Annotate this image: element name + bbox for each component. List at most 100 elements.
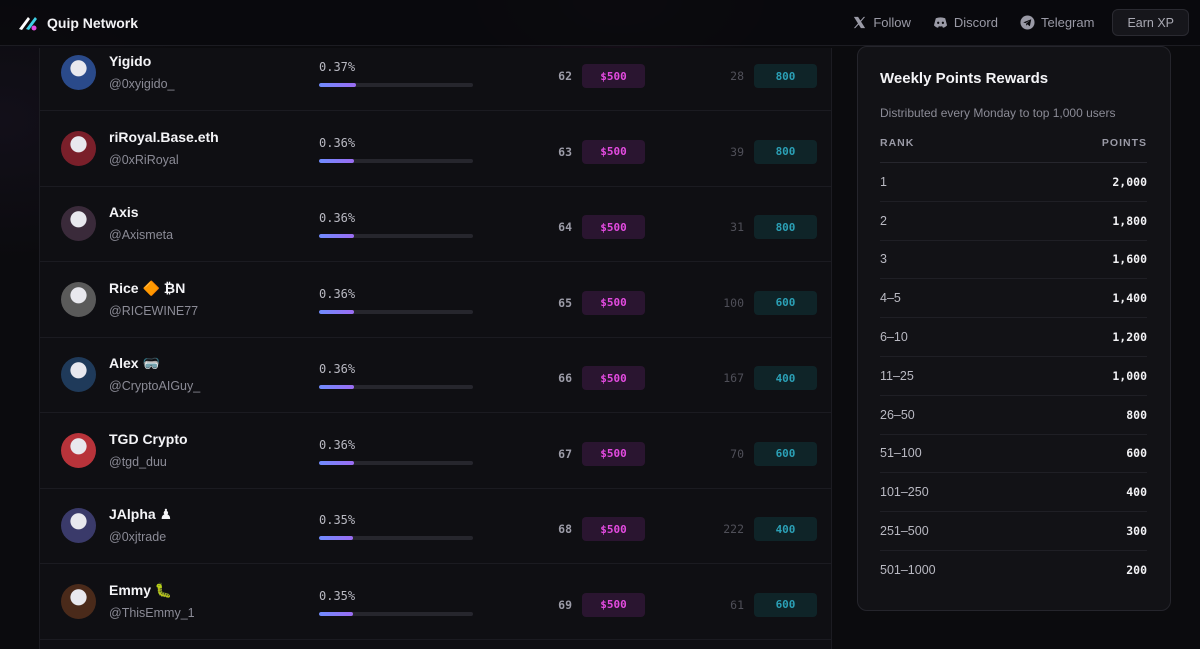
leaderboard-row[interactable]: Axis @Axismeta 0.36% 64 $500 31 800 — [40, 187, 831, 262]
share-progress-bar — [319, 536, 473, 540]
count-value: 39 — [730, 144, 744, 159]
rewards-header-points: POINTS — [1101, 137, 1147, 149]
rewards-row: 51–100 600 — [880, 435, 1147, 474]
count-value: 28 — [730, 69, 744, 83]
user-handle[interactable]: @tgd_duu — [109, 455, 167, 469]
points-badge: 600 — [754, 441, 817, 466]
rewards-points: 1,200 — [1112, 330, 1147, 345]
avatar[interactable] — [61, 583, 96, 619]
share-percent: 0.35% — [319, 513, 356, 527]
rewards-rank: 101–250 — [880, 485, 929, 500]
rank-number: 69 — [558, 597, 572, 612]
user-name[interactable]: Yigido — [109, 53, 151, 69]
user-handle[interactable]: @CryptoAIGuy_ — [109, 379, 200, 393]
nav-link-label: Discord — [953, 15, 998, 30]
share-percent: 0.36% — [319, 362, 356, 376]
rewards-row: 251–500 300 — [880, 512, 1147, 551]
share-progress-fill — [319, 309, 355, 314]
rank-number: 67 — [558, 446, 572, 461]
earn-xp-button[interactable]: Earn XP — [1112, 9, 1189, 36]
points-badge: 400 — [754, 517, 817, 541]
discord-icon — [933, 17, 947, 28]
nav-link-discord[interactable]: Discord — [933, 15, 998, 30]
weekly-rewards-card: Weekly Points Rewards Distributed every … — [857, 46, 1171, 611]
points-badge: 400 — [754, 366, 817, 390]
avatar[interactable] — [61, 55, 96, 90]
rewards-rank: 26–50 — [880, 407, 915, 422]
rewards-subtitle: Distributed every Monday to top 1,000 us… — [880, 106, 1116, 120]
rank-number: 62 — [558, 69, 572, 83]
rewards-points: 1,800 — [1112, 213, 1147, 228]
avatar[interactable] — [61, 206, 96, 241]
rewards-points: 1,400 — [1112, 291, 1147, 306]
share-percent: 0.36% — [319, 135, 356, 150]
count-value: 100 — [723, 295, 744, 310]
user-name[interactable]: Rice 🔶 ₿N — [109, 280, 185, 297]
rewards-row: 501–1000 200 — [880, 551, 1147, 590]
prize-badge: $500 — [582, 441, 645, 466]
user-handle[interactable]: @0xRiRoyal — [109, 153, 179, 167]
quip-logo-icon — [19, 16, 37, 30]
leaderboard-row[interactable]: Yigido @0xyigido_ 0.37% 62 $500 28 800 — [40, 48, 831, 111]
rewards-title: Weekly Points Rewards — [880, 70, 1049, 87]
leaderboard-row[interactable]: JAlpha ♟ @0xjtrade 0.35% 68 $500 222 400 — [40, 489, 831, 564]
brand[interactable]: Quip Network — [17, 13, 138, 33]
prize-badge: $500 — [582, 215, 645, 239]
rewards-points: 2,000 — [1112, 174, 1147, 189]
share-progress-bar — [319, 309, 473, 314]
nav-link-label: Follow — [873, 15, 911, 30]
leaderboard-row[interactable]: TGD Crypto @tgd_duu 0.36% 67 $500 70 600 — [40, 414, 831, 489]
share-progress-bar — [319, 385, 473, 389]
avatar[interactable] — [61, 432, 96, 468]
share-progress-bar — [319, 460, 473, 465]
user-name[interactable]: TGD Crypto — [109, 431, 188, 447]
user-handle[interactable]: @0xjtrade — [109, 530, 166, 544]
user-name[interactable]: Axis — [109, 204, 139, 220]
points-badge: 800 — [754, 139, 817, 164]
rank-number: 63 — [558, 144, 572, 159]
points-badge: 800 — [754, 64, 817, 88]
prize-badge: $500 — [582, 290, 645, 315]
share-percent: 0.35% — [319, 588, 356, 603]
user-handle[interactable]: @RICEWINE77 — [109, 304, 198, 318]
rewards-rank: 251–500 — [880, 524, 929, 539]
points-badge: 800 — [754, 215, 817, 239]
user-name[interactable]: riRoyal.Base.eth — [109, 129, 219, 145]
rank-number: 65 — [558, 295, 572, 310]
count-value: 70 — [730, 446, 744, 461]
rank-number: 68 — [558, 522, 572, 536]
user-handle[interactable]: @0xyigido_ — [109, 77, 175, 91]
user-handle[interactable]: @ThisEmmy_1 — [109, 606, 195, 620]
share-progress-fill — [319, 158, 355, 163]
leaderboard-row[interactable]: riRoyal.Base.eth @0xRiRoyal 0.36% 63 $50… — [40, 112, 831, 187]
user-handle[interactable]: @Axismeta — [109, 228, 173, 242]
nav-link-label: Telegram — [1040, 15, 1095, 30]
rewards-row: 11–25 1,000 — [880, 357, 1147, 396]
avatar[interactable] — [61, 357, 96, 392]
nav-link-follow[interactable]: Follow — [852, 15, 911, 30]
telegram-icon — [1020, 15, 1035, 30]
nav-link-telegram[interactable]: Telegram — [1020, 15, 1094, 30]
avatar[interactable] — [61, 508, 96, 543]
share-progress-bar — [319, 234, 473, 238]
rank-number: 64 — [558, 220, 572, 234]
leaderboard-row[interactable]: Emmy 🐛 @ThisEmmy_1 0.35% 69 $500 61 600 — [40, 565, 831, 640]
leaderboard-row[interactable]: Rice 🔶 ₿N @RICEWINE77 0.36% 65 $500 100 … — [40, 263, 831, 338]
count-value: 167 — [723, 371, 744, 385]
rewards-rank: 51–100 — [880, 446, 922, 461]
rewards-rank: 2 — [880, 213, 887, 228]
user-name[interactable]: Emmy 🐛 — [109, 582, 172, 599]
count-value: 61 — [730, 597, 744, 612]
user-name[interactable]: Alex 🥽 — [109, 355, 160, 372]
user-name[interactable]: JAlpha ♟ — [109, 506, 172, 523]
leaderboard-row[interactable]: Alex 🥽 @CryptoAIGuy_ 0.36% 66 $500 167 4… — [40, 338, 831, 413]
rewards-row: 101–250 400 — [880, 473, 1147, 513]
avatar[interactable] — [61, 281, 96, 317]
rewards-row: 1 2,000 — [880, 163, 1147, 202]
share-progress-fill — [319, 536, 353, 540]
rewards-points: 1,000 — [1112, 368, 1147, 383]
avatar[interactable] — [61, 130, 96, 166]
rewards-rank: 6–10 — [880, 330, 908, 345]
share-percent: 0.37% — [319, 60, 356, 74]
rewards-points: 600 — [1126, 446, 1147, 461]
